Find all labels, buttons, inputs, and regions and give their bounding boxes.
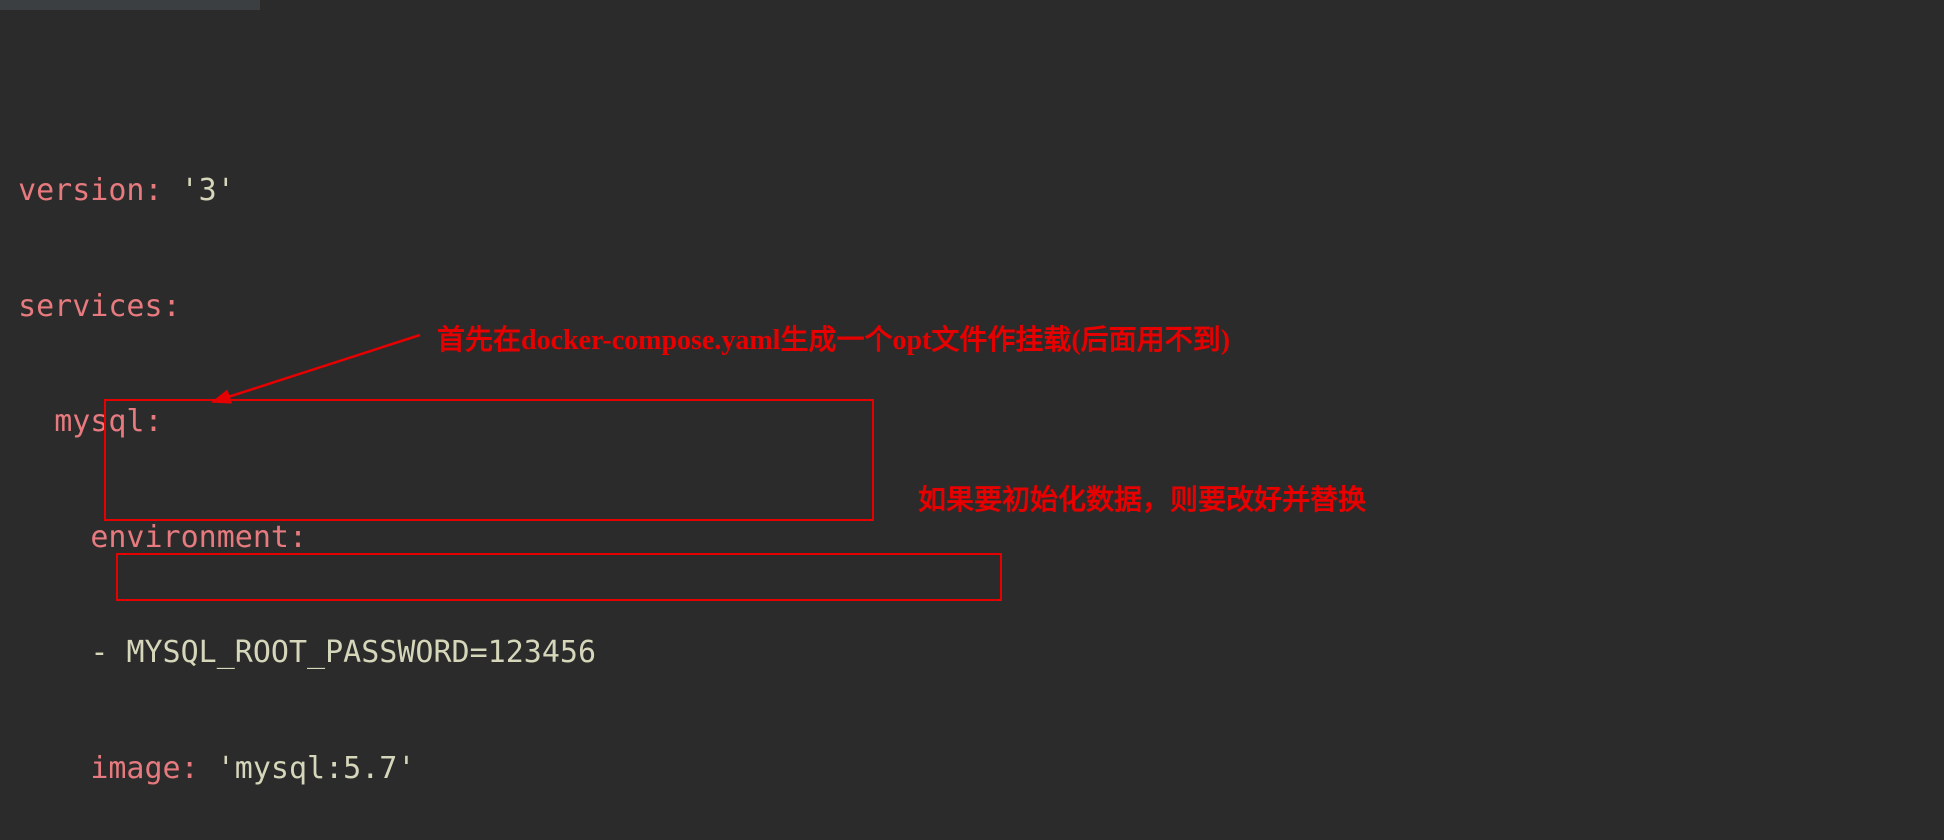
- yaml-value: 'mysql:5.7': [217, 751, 416, 786]
- code-editor[interactable]: version: '3' services: mysql: environmen…: [0, 0, 1944, 840]
- yaml-key: image: [90, 751, 180, 786]
- yaml-key: mysql: [54, 404, 144, 439]
- code-line: image: 'mysql:5.7': [0, 750, 1944, 789]
- yaml-key: services: [18, 289, 163, 324]
- yaml-key: environment: [90, 520, 289, 555]
- code-line: version: '3': [0, 172, 1944, 211]
- yaml-key: version: [18, 173, 144, 208]
- tab-bar: [0, 0, 260, 10]
- yaml-value: '3': [181, 173, 235, 208]
- code-line: environment:: [0, 519, 1944, 558]
- yaml-value: MYSQL_ROOT_PASSWORD=123456: [126, 635, 596, 670]
- code-line: mysql:: [0, 403, 1944, 442]
- code-line: services:: [0, 288, 1944, 327]
- code-line: - MYSQL_ROOT_PASSWORD=123456: [0, 634, 1944, 673]
